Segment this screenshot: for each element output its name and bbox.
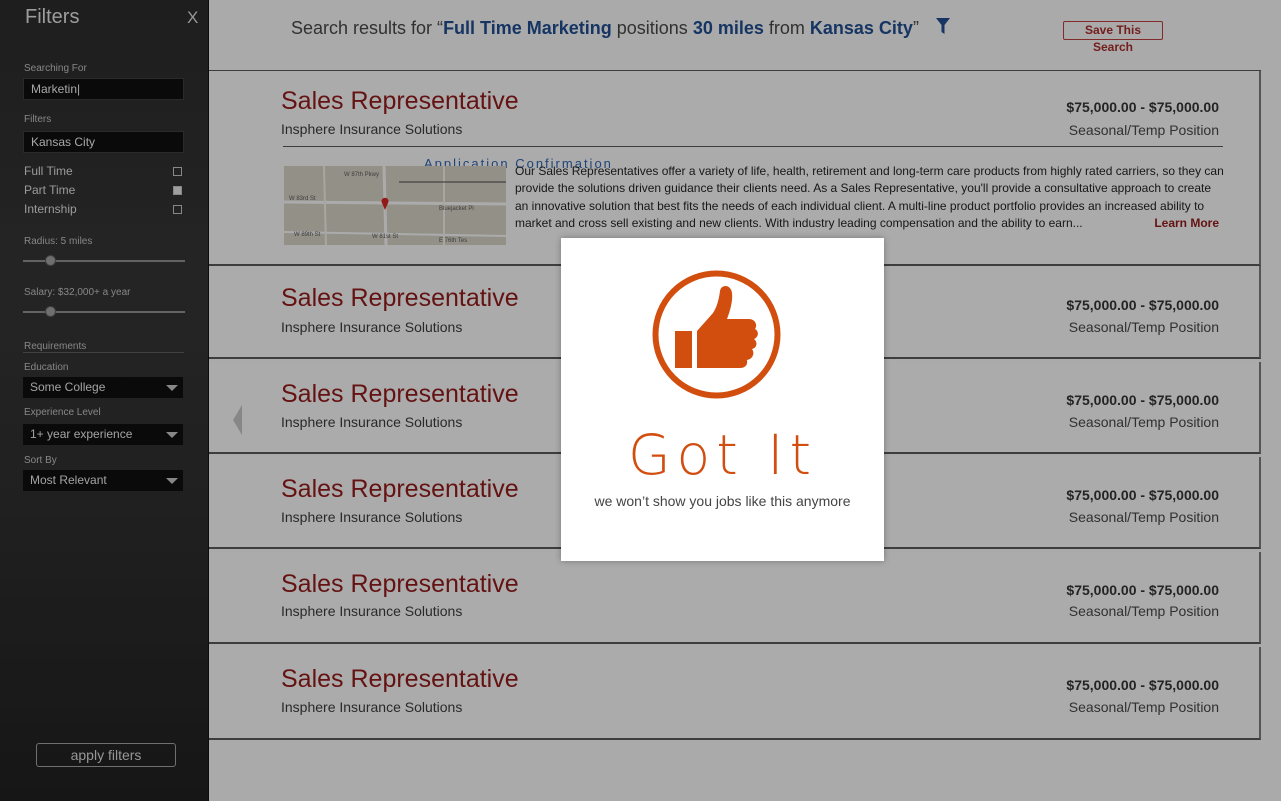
modal-heading: Got It (627, 423, 818, 487)
thumbs-up-icon (651, 269, 782, 400)
modal-message: we won’t show you jobs like this anymore (594, 493, 851, 509)
confirmation-modal: Got It we won’t show you jobs like this … (561, 238, 884, 561)
